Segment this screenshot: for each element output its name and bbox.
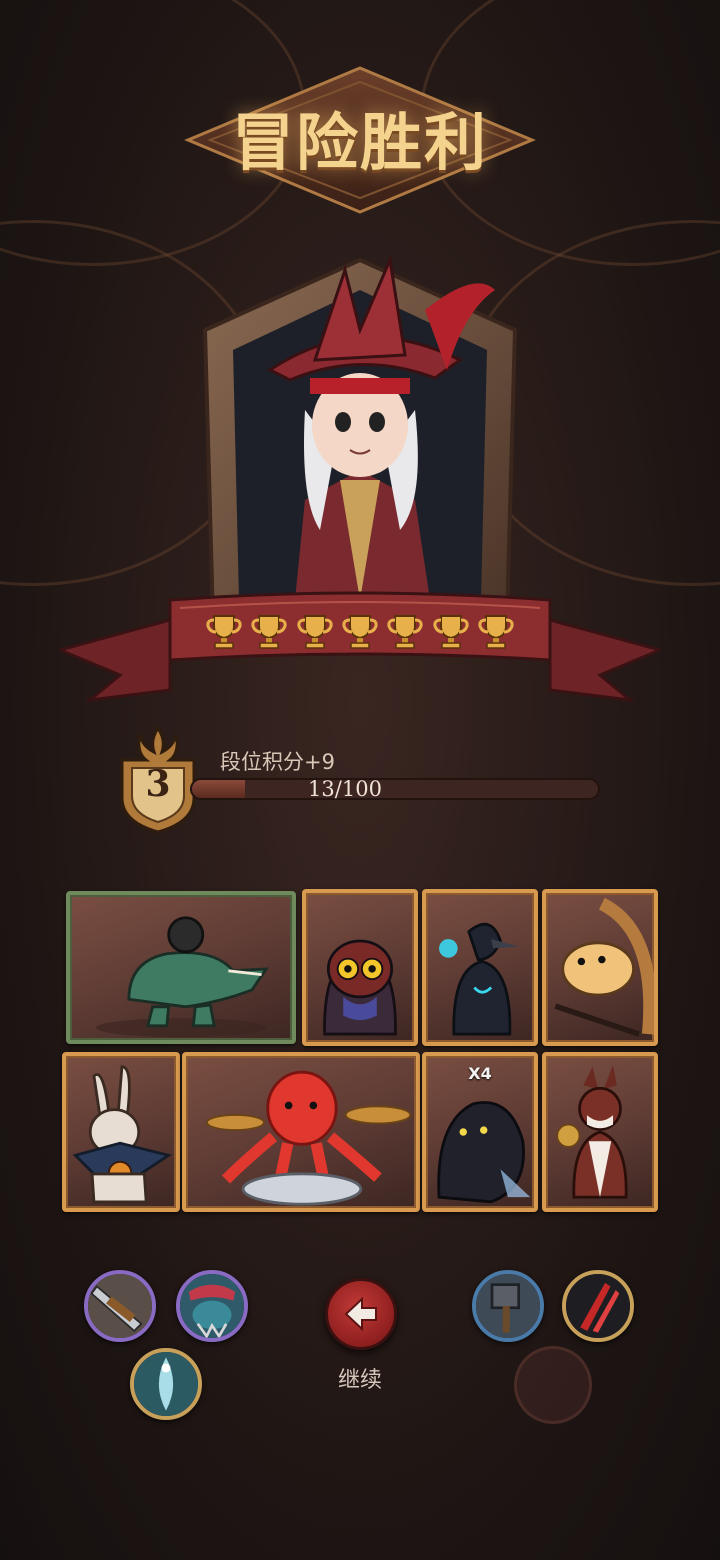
arrow-left-icon — [344, 1296, 377, 1332]
octopus-unit-art — [206, 1070, 412, 1206]
trophy-row — [206, 612, 514, 652]
unit-card-crocodile[interactable] — [66, 891, 296, 1044]
rank-points-label: 段位积分+9 — [220, 750, 335, 774]
victory-screen: 冒险胜利 3 段位积分+9 13/100 X4 继续 — [0, 0, 720, 1560]
spiked-beast-skill-icon[interactable] — [176, 1270, 248, 1342]
unit-card-weasel[interactable] — [542, 1052, 658, 1212]
rank-progress-text: 13/100 — [308, 777, 382, 801]
trophy-icon — [433, 615, 469, 649]
crocodile-unit-art — [95, 916, 270, 1038]
owl-unit-art — [323, 939, 397, 1036]
victory-title: 冒险胜利 — [231, 106, 488, 179]
unit-card-rabbit[interactable] — [62, 1052, 180, 1212]
unit-count-badge: X4 — [468, 1064, 492, 1083]
unit-card-raven[interactable] — [422, 889, 538, 1046]
trophy-icon — [342, 615, 378, 649]
trophy-icon — [387, 615, 423, 649]
unit-card-owl[interactable] — [302, 889, 418, 1046]
trophy-icon — [251, 615, 287, 649]
claw-slash-skill-icon[interactable] — [562, 1270, 634, 1342]
raven-unit-art — [439, 922, 520, 1036]
weasel-unit-art — [556, 1064, 628, 1199]
unit-card-panther[interactable]: X4 — [422, 1052, 538, 1212]
hammer-skill-icon[interactable] — [472, 1270, 544, 1342]
unit-card-octopus[interactable] — [182, 1052, 420, 1212]
hamster-unit-art — [554, 897, 654, 1037]
unit-card-hamster[interactable] — [542, 889, 658, 1046]
rank-level: 3 — [145, 763, 171, 805]
trophy-icon — [297, 615, 333, 649]
continue-label: 继续 — [337, 1368, 382, 1393]
blade-skill-icon[interactable] — [84, 1270, 156, 1342]
rabbit-unit-art — [72, 1065, 172, 1204]
continue-button[interactable] — [325, 1278, 397, 1350]
hero-portrait — [202, 254, 518, 622]
whirlwind-skill-icon[interactable] — [130, 1348, 202, 1420]
trophy-icon — [478, 615, 514, 649]
faded-gear-button[interactable] — [514, 1346, 592, 1424]
trophy-icon — [206, 615, 242, 649]
